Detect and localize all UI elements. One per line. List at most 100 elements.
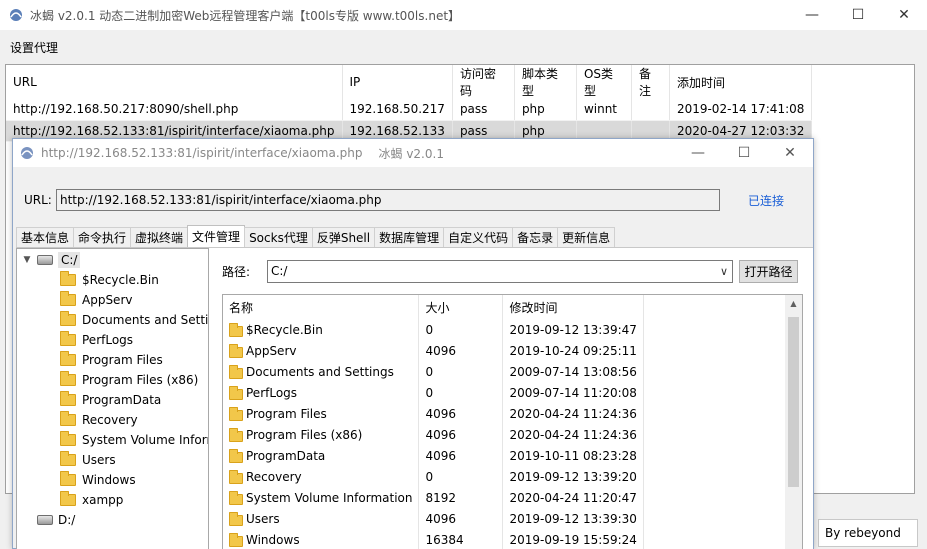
folder-icon [229, 322, 243, 337]
shell-window-title-bar[interactable]: http://192.168.52.133:81/ispirit/interfa… [13, 139, 813, 167]
tree-folder[interactable]: Documents and Settin [60, 310, 208, 330]
minimize-button[interactable]: — [789, 0, 835, 30]
file-row[interactable]: Documents and Settings 0 2009-07-14 13:08:… [223, 361, 644, 382]
file-size: 8192 [418, 487, 504, 508]
column-header-name[interactable]: 名称 [223, 295, 420, 319]
file-row[interactable]: System Volume Information 8192 2020-04-24 … [223, 487, 644, 508]
column-header-password[interactable]: 访问密码 [452, 65, 515, 99]
file-row[interactable]: $Recycle.Bin 0 2019-09-12 13:39:47 [223, 319, 644, 340]
file-modified: 2009-07-14 13:08:56 [502, 361, 644, 382]
file-modified: 2020-04-24 11:24:36 [502, 403, 644, 424]
scroll-thumb[interactable] [788, 317, 799, 487]
shell-added-time: 2019-02-14 17:41:08 [669, 99, 813, 121]
file-row[interactable]: Program Files 4096 2020-04-24 11:24:36 [223, 403, 644, 424]
shell-window[interactable]: http://192.168.52.133:81/ispirit/interfa… [12, 138, 814, 549]
menu-settings-proxy[interactable]: 设置代理 [10, 39, 58, 56]
file-list[interactable]: 名称 大小 修改时间 $Recycle.Bin 0 2019-09-12 13:39… [222, 294, 803, 549]
tree-folder[interactable]: Users [60, 450, 116, 470]
tree-drive-d[interactable]: D:/ [21, 510, 75, 530]
file-name: Recovery [246, 469, 302, 484]
file-row[interactable]: Recovery 0 2019-09-12 13:39:20 [223, 466, 644, 487]
folder-icon [60, 351, 76, 366]
folder-icon [60, 451, 76, 466]
file-list-scrollbar[interactable]: ▲ [785, 295, 802, 549]
column-header-os-type[interactable]: OS类型 [576, 65, 632, 99]
maximize-button[interactable]: ☐ [721, 139, 767, 167]
tab-update-info[interactable]: 更新信息 [557, 227, 616, 247]
file-name: Windows [246, 532, 300, 547]
column-header-modified[interactable]: 修改时间 [502, 295, 644, 319]
file-size: 16384 [418, 529, 504, 549]
file-row[interactable]: Windows 16384 2019-09-19 15:59:24 [223, 529, 644, 549]
file-row[interactable]: Program Files (x86) 4096 2020-04-24 11:24:… [223, 424, 644, 445]
tree-folder[interactable]: AppServ [60, 290, 132, 310]
tree-folder[interactable]: $Recycle.Bin [60, 270, 159, 290]
file-modified: 2020-04-24 11:20:47 [502, 487, 644, 508]
tree-folder-label: $Recycle.Bin [82, 273, 159, 287]
shell-script-type: php [514, 99, 577, 121]
file-row[interactable]: ProgramData 4096 2019-10-11 08:23:28 [223, 445, 644, 466]
tree-folder[interactable]: xampp [60, 490, 123, 510]
tab-basic-info[interactable]: 基本信息 [16, 227, 75, 247]
tab-reverse-shell[interactable]: 反弹Shell [311, 227, 376, 247]
tab-command-exec[interactable]: 命令执行 [73, 227, 132, 247]
maximize-icon: ☐ [851, 7, 865, 23]
tab-socks-proxy[interactable]: Socks代理 [244, 227, 313, 247]
tab-virtual-terminal[interactable]: 虚拟终端 [130, 227, 189, 247]
file-row[interactable]: PerfLogs 0 2009-07-14 11:20:08 [223, 382, 644, 403]
column-header-size[interactable]: 大小 [418, 295, 504, 319]
minimize-icon: — [805, 7, 819, 23]
tree-folder[interactable]: ProgramData [60, 390, 161, 410]
tree-folder-label: AppServ [82, 293, 133, 307]
minimize-button[interactable]: — [675, 139, 721, 167]
column-header-note[interactable]: 备注 [631, 65, 670, 99]
tree-drive-c[interactable]: ▼ C:/ [21, 250, 81, 270]
folder-icon [60, 411, 76, 426]
url-field[interactable]: http://192.168.52.133:81/ispirit/interfa… [56, 189, 720, 211]
column-header-script-type[interactable]: 脚本类型 [514, 65, 577, 99]
main-title-bar[interactable]: 冰蝎 v2.0.1 动态二进制加密Web远程管理客户端【t00ls专版 www.… [0, 0, 927, 30]
tree-folder-label: Users [82, 453, 116, 467]
folder-icon [60, 391, 76, 406]
file-size: 0 [418, 361, 504, 382]
shell-password: pass [452, 99, 515, 121]
minimize-icon: — [691, 145, 705, 161]
shell-window-title-url: http://192.168.52.133:81/ispirit/interfa… [41, 146, 363, 160]
path-combobox[interactable]: C:/ ∨ [267, 259, 733, 283]
shell-window-title-app: 冰蝎 v2.0.1 [378, 146, 444, 161]
scroll-up-icon[interactable]: ▲ [785, 295, 802, 312]
folder-icon [60, 331, 76, 346]
maximize-icon: ☐ [737, 145, 751, 161]
tab-database[interactable]: 数据库管理 [374, 227, 445, 247]
column-header-added-time[interactable]: 添加时间 [669, 65, 813, 99]
chevron-down-icon[interactable]: ▼ [21, 254, 33, 266]
file-modified: 2019-10-11 08:23:28 [502, 445, 644, 466]
tab-bar: 基本信息 命令执行 虚拟终端 文件管理 Socks代理 反弹Shell 数据库管… [16, 225, 616, 247]
maximize-button[interactable]: ☐ [835, 0, 881, 30]
column-header-url[interactable]: URL [6, 65, 343, 99]
file-size: 4096 [418, 340, 504, 361]
tab-file-manager[interactable]: 文件管理 [187, 225, 246, 247]
chevron-down-icon[interactable]: ∨ [720, 265, 728, 278]
tab-memo[interactable]: 备忘录 [512, 227, 559, 247]
column-header-ip[interactable]: IP [342, 65, 453, 99]
tree-folder[interactable]: Recovery [60, 410, 138, 430]
tree-folder[interactable]: Windows [60, 470, 136, 490]
tree-folder[interactable]: Program Files [60, 350, 163, 370]
directory-tree[interactable]: ▼ C:/ $Recycle.Bin AppServ Documents and… [16, 248, 209, 549]
close-button[interactable]: ✕ [767, 139, 813, 167]
tree-folder-label: xampp [82, 493, 124, 507]
tree-folder[interactable]: Program Files (x86) [60, 370, 198, 390]
drive-icon [37, 255, 53, 265]
shell-row[interactable]: http://192.168.50.217:8090/shell.php 192… [6, 99, 813, 121]
tree-folder[interactable]: System Volume Inform [60, 430, 208, 450]
file-table-header: 名称 大小 修改时间 [223, 295, 644, 319]
file-row[interactable]: Users 4096 2019-09-12 13:39:30 [223, 508, 644, 529]
path-row: 路径: C:/ ∨ 打开路径 [222, 259, 798, 283]
file-row[interactable]: AppServ 4096 2019-10-24 09:25:11 [223, 340, 644, 361]
tab-custom-code[interactable]: 自定义代码 [443, 227, 514, 247]
folder-icon [60, 271, 76, 286]
tree-folder[interactable]: PerfLogs [60, 330, 133, 350]
close-button[interactable]: ✕ [881, 0, 927, 30]
open-path-button[interactable]: 打开路径 [739, 259, 798, 283]
